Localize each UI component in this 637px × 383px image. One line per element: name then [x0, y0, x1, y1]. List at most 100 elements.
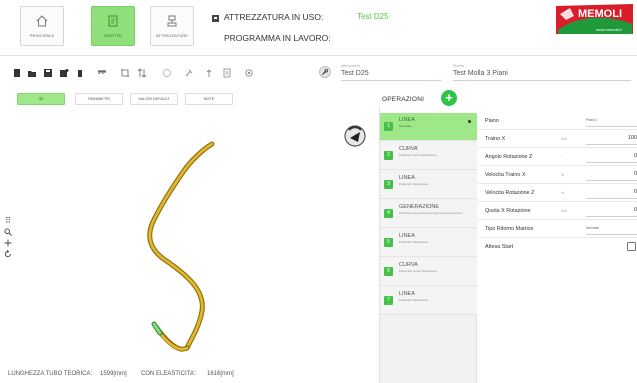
- operation-number: 2: [384, 151, 393, 160]
- operation-name: LINEA: [399, 233, 415, 239]
- sort-icon[interactable]: [137, 68, 147, 78]
- operation-number: 7: [384, 296, 393, 305]
- open-icon[interactable]: [27, 68, 37, 78]
- tooling-info-icon: [211, 10, 220, 22]
- recipe-name-field[interactable]: Test Molla 3 Piani: [453, 70, 508, 77]
- operations-title: OPERAZIONI: [382, 96, 425, 103]
- property-row-velocita-traino-x: Velocita Traino X % 0: [478, 167, 637, 184]
- new-icon[interactable]: [12, 68, 22, 78]
- program-label: PROGRAMMA IN LAVORO:: [224, 33, 331, 43]
- operation-item[interactable]: 2 CURVA Parametri curva Operazione: [380, 142, 477, 170]
- operation-item[interactable]: 1 LINEA Generale: [380, 113, 477, 141]
- pan-icon[interactable]: [4, 239, 12, 247]
- field-underline: [586, 180, 637, 181]
- operation-item[interactable]: 6 CURVA Parametri curva Operazione: [380, 258, 477, 286]
- operations-list: 1 LINEA Generale 2 CURVA Parametri curva…: [380, 113, 477, 383]
- settings-icon[interactable]: [244, 68, 254, 78]
- save-icon[interactable]: [43, 68, 53, 78]
- ruler-icon[interactable]: [97, 68, 107, 78]
- tab-parametri[interactable]: PARAMETRI: [75, 93, 123, 105]
- operation-number: 3: [384, 180, 393, 189]
- tooling-field-underline: [341, 80, 441, 81]
- crop-icon[interactable]: [120, 68, 130, 78]
- property-unit: mm: [561, 137, 567, 141]
- logo-sub: www.memoli.it: [596, 27, 622, 32]
- operation-name: LINEA: [399, 291, 415, 297]
- operation-number: 6: [384, 267, 393, 276]
- tooling-field[interactable]: Test D25: [341, 70, 369, 77]
- zoom-icon[interactable]: [4, 228, 12, 236]
- upload-icon[interactable]: [204, 68, 214, 78]
- property-row-tipo-ritorno-matrice: Tipo Ritorno Matrice Normale: [478, 221, 637, 238]
- property-unit: %: [561, 173, 565, 177]
- operation-number: 5: [384, 238, 393, 247]
- tooling-value: Test D25: [357, 12, 389, 21]
- operation-item[interactable]: 5 LINEA Parametri Operazione: [380, 229, 477, 257]
- property-label: Angolo Rotazione Z: [485, 154, 533, 160]
- app-header: PRINCIPALE RICETTE ATTREZZATURE ATTREZZA…: [0, 0, 637, 56]
- field-underline: [586, 162, 637, 163]
- tab-valori-default[interactable]: VALORI DEFAULT: [130, 93, 178, 105]
- field-underline: [586, 216, 637, 217]
- selected-dot-icon: [468, 120, 471, 123]
- memoli-logo: MEMOLI www.memoli.it: [556, 4, 633, 34]
- nav-button-principale[interactable]: PRINCIPALE: [20, 6, 64, 46]
- wrench-icon[interactable]: [319, 66, 331, 78]
- app-root: PRINCIPALE RICETTE ATTREZZATURE ATTREZZA…: [0, 0, 637, 383]
- pin-icon[interactable]: [184, 68, 194, 78]
- tooling-field-label: Attrezzatura: [341, 64, 360, 68]
- add-operation-button[interactable]: +: [441, 90, 457, 106]
- reset-view-icon[interactable]: [4, 250, 12, 258]
- property-label: Quota X Rotazione: [485, 208, 531, 214]
- operation-sub: Parametri curva Operazione: [399, 153, 437, 157]
- home-icon: [35, 14, 49, 28]
- recipe-field-label: Ricetta: [453, 64, 464, 68]
- operation-number: 1: [384, 122, 393, 131]
- piano-select[interactable]: Piano 1: [586, 118, 598, 122]
- property-unit: mm: [561, 209, 567, 213]
- property-row-velocita-rotazione-z: Velocita Rotazione Z % 0: [478, 185, 637, 202]
- property-unit: %: [561, 191, 565, 195]
- operation-name: GENERAZIONE: [399, 204, 440, 210]
- length-value: 1599[mm]: [100, 371, 127, 377]
- save-as-icon[interactable]: [59, 68, 69, 78]
- operation-sub: Parametri Operazione: [399, 240, 429, 244]
- property-label: Traino X: [485, 136, 506, 142]
- rotate-icon[interactable]: [162, 68, 172, 78]
- operation-item[interactable]: 4 GENERAZIONE Posizione Generazione Prog…: [380, 200, 477, 228]
- attesa-start-checkbox[interactable]: [627, 242, 636, 251]
- tube-3d-model: [147, 125, 366, 352]
- move-icon[interactable]: ⠿: [4, 217, 12, 225]
- operation-item[interactable]: 3 LINEA Parametri Operazione: [380, 171, 477, 199]
- operation-item[interactable]: 7 LINEA Parametri Operazione: [380, 287, 477, 315]
- length-label: LUNGHEZZA TUBO TEORICA:: [8, 371, 93, 377]
- property-row-quota-x-rotazione: Quota X Rotazione mm 0: [478, 203, 637, 220]
- nav-label: PRINCIPALE: [29, 33, 55, 38]
- copy-icon[interactable]: [222, 68, 232, 78]
- nav-label: RICETTE: [104, 33, 122, 38]
- elastic-label: CON ELEASTICITA':: [141, 371, 197, 377]
- nav-button-ricette[interactable]: RICETTE: [91, 6, 135, 46]
- tab-3d[interactable]: 3D: [17, 93, 65, 105]
- nav-button-attrezzature[interactable]: ATTREZZATURE: [150, 6, 194, 46]
- operation-sub: Parametri Operazione: [399, 182, 429, 186]
- delete-icon[interactable]: [75, 68, 85, 78]
- operation-properties: Piano Piano 1 Traino X mm 100 Angolo Rot…: [478, 113, 637, 383]
- property-row-attesa-start: Attesa Start: [478, 239, 637, 256]
- property-label: Piano: [485, 118, 499, 124]
- tab-note[interactable]: NOTE: [185, 93, 233, 105]
- property-unit: °: [561, 155, 563, 159]
- logo-text: MEMOLI: [578, 8, 622, 20]
- property-label: Tipo Ritorno Matrice: [485, 226, 534, 232]
- view-tools: ⠿: [4, 217, 12, 261]
- operation-name: LINEA: [399, 175, 415, 181]
- 3d-viewport[interactable]: [0, 106, 380, 383]
- traino-x-input[interactable]: 100: [628, 135, 637, 141]
- tooling-label: ATTREZZATURA IN USO:: [224, 12, 324, 22]
- elastic-value: 1616[mm]: [207, 371, 234, 377]
- field-underline: [586, 144, 637, 145]
- property-row-angolo-rotazione-z: Angolo Rotazione Z ° 0: [478, 149, 637, 166]
- operation-number: 4: [384, 209, 393, 218]
- tipo-ritorno-matrice-select[interactable]: Normale: [586, 226, 599, 230]
- field-underline: [586, 198, 637, 199]
